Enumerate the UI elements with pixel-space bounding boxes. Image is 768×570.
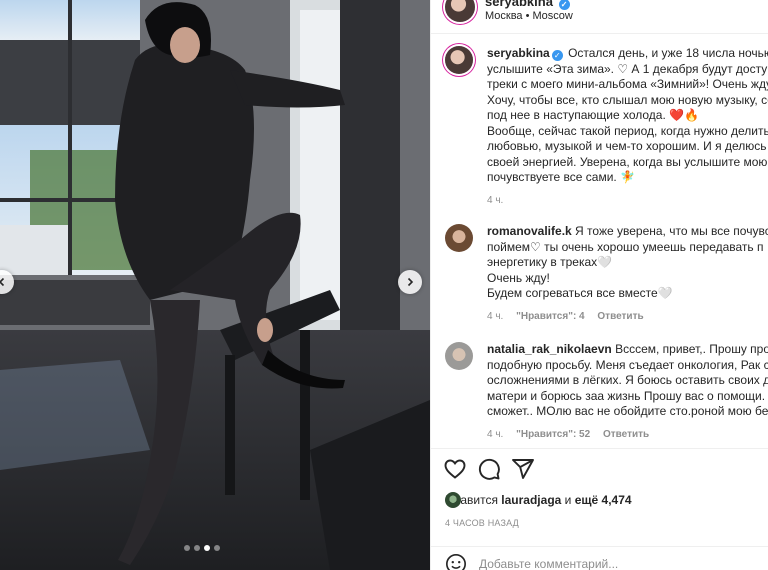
comment-username[interactable]: romanovalife.k [487, 224, 572, 238]
carousel-dot [214, 545, 220, 551]
comment-likes-count[interactable]: "Нравится": 52 [516, 429, 590, 440]
comment-line: Всссем, привет,. Прошу прощен [615, 342, 768, 356]
caption-line: под нее в наступающие холода. ❤️🔥 [487, 108, 699, 122]
carousel-next-button[interactable] [398, 270, 422, 294]
comment-reply-button[interactable]: Ответить [603, 429, 649, 440]
verified-badge-icon: ✓ [558, 0, 570, 10]
post-photo[interactable] [0, 0, 430, 570]
caption-line: услышите «Эта зима». ♡ А 1 декабря будут… [487, 61, 768, 76]
post-header: seryabkina ✓ Москва • Moscow [431, 0, 768, 34]
likes-count[interactable]: ещё 4,474 [575, 493, 632, 507]
caption-line: треки с моего мини-альбома «Зимний»! Оче… [487, 77, 768, 91]
comment-meta: 4 ч. "Нравится": 52 Ответить [487, 427, 768, 443]
photo-scene [0, 0, 430, 570]
comment-line: сможет.. МОлю вас не обойдите сто.роной … [487, 404, 768, 418]
add-comment-bar [431, 546, 768, 570]
chevron-left-icon [0, 277, 5, 287]
comment-avatar[interactable] [445, 342, 473, 370]
comments-list[interactable]: seryabkina ✓ Остался день, и уже 18 числа… [431, 34, 768, 448]
carousel-dot-active [204, 545, 210, 551]
comment-body: romanovalife.k Я тоже уверена, что мы вс… [487, 224, 768, 324]
comment-line: Я тоже уверена, что мы все почувств [575, 224, 768, 238]
caption-line: Остался день, и уже 18 числа ночью в [568, 46, 768, 60]
caption-avatar[interactable] [445, 46, 473, 74]
likes-summary[interactable]: Нравится lauradjaga и ещё 4,474 [445, 490, 632, 510]
comment-line: поймем♡ ты очень хорошо умеешь передават… [487, 239, 764, 254]
post-time[interactable]: 4 ЧАСОВ НАЗАД [445, 518, 519, 528]
comment-time[interactable]: 4 ч. [487, 429, 503, 440]
caption-line: Хочу, чтобы все, кто слышал мою новую му… [487, 92, 768, 107]
carousel-dot [184, 545, 190, 551]
comment-line: Очень жду! [487, 270, 550, 285]
comment-line: Будем согреваться все вместе🤍 [487, 286, 673, 300]
carousel-dots [184, 545, 220, 551]
caption-line: Вообще, сейчас такой период, когда нужно… [487, 123, 768, 138]
comment-line: матери и борюсь заа жизнь Прошу вас о по… [487, 388, 768, 403]
emoji-icon[interactable] [445, 553, 467, 570]
comment-avatar[interactable] [445, 224, 473, 252]
chevron-right-icon [407, 277, 414, 287]
liker-username[interactable]: lauradjaga [501, 493, 561, 507]
comment-meta: 4 ч. "Нравится": 4 Ответить [487, 309, 768, 325]
likes-middle: и [564, 493, 572, 507]
carousel-dot [194, 545, 200, 551]
author-avatar[interactable] [445, 0, 475, 22]
comment-line: осложнениями в лёгких. Я боюсь оставить … [487, 373, 768, 387]
caption-line: любовью, музыкой и чем-то хорошим. И я д… [487, 139, 768, 153]
comment-reply-button[interactable]: Ответить [597, 311, 643, 322]
caption-line: почувствуете все сами. 🧚 [487, 170, 636, 184]
comment-likes-count[interactable]: "Нравится": 4 [516, 311, 585, 322]
liker-avatar[interactable] [445, 492, 461, 508]
comment-time[interactable]: 4 ч. [487, 311, 503, 322]
caption-line: своей энергией. Уверена, когда вы услыши… [487, 154, 768, 169]
author-username-text[interactable]: seryabkina [485, 0, 553, 9]
comment-input[interactable] [479, 557, 759, 570]
verified-badge-icon: ✓ [551, 50, 563, 61]
comment-username[interactable]: natalia_rak_nikolaevn [487, 342, 612, 356]
comment-line: энергетику в треках🤍 [487, 255, 613, 269]
comment-line: подобную просьбу. Меня съедает онкология… [487, 357, 768, 372]
post-location[interactable]: Москва • Moscow [485, 10, 573, 22]
share-icon[interactable] [511, 457, 535, 481]
caption-username[interactable]: seryabkina [487, 46, 550, 60]
post-side-panel: seryabkina ✓ Москва • Moscow seryabkina ✓… [430, 0, 768, 570]
heart-icon[interactable] [443, 457, 467, 481]
caption-time[interactable]: 4 ч. [487, 195, 503, 206]
post-actions [431, 448, 768, 488]
comment-icon[interactable] [477, 457, 501, 481]
caption-body: seryabkina ✓ Остался день, и уже 18 числа… [487, 46, 768, 208]
caption-meta: 4 ч. [487, 193, 768, 209]
author-username[interactable]: seryabkina ✓ [485, 0, 572, 10]
comment-body: natalia_rak_nikolaevn Всссем, привет,. П… [487, 342, 768, 442]
